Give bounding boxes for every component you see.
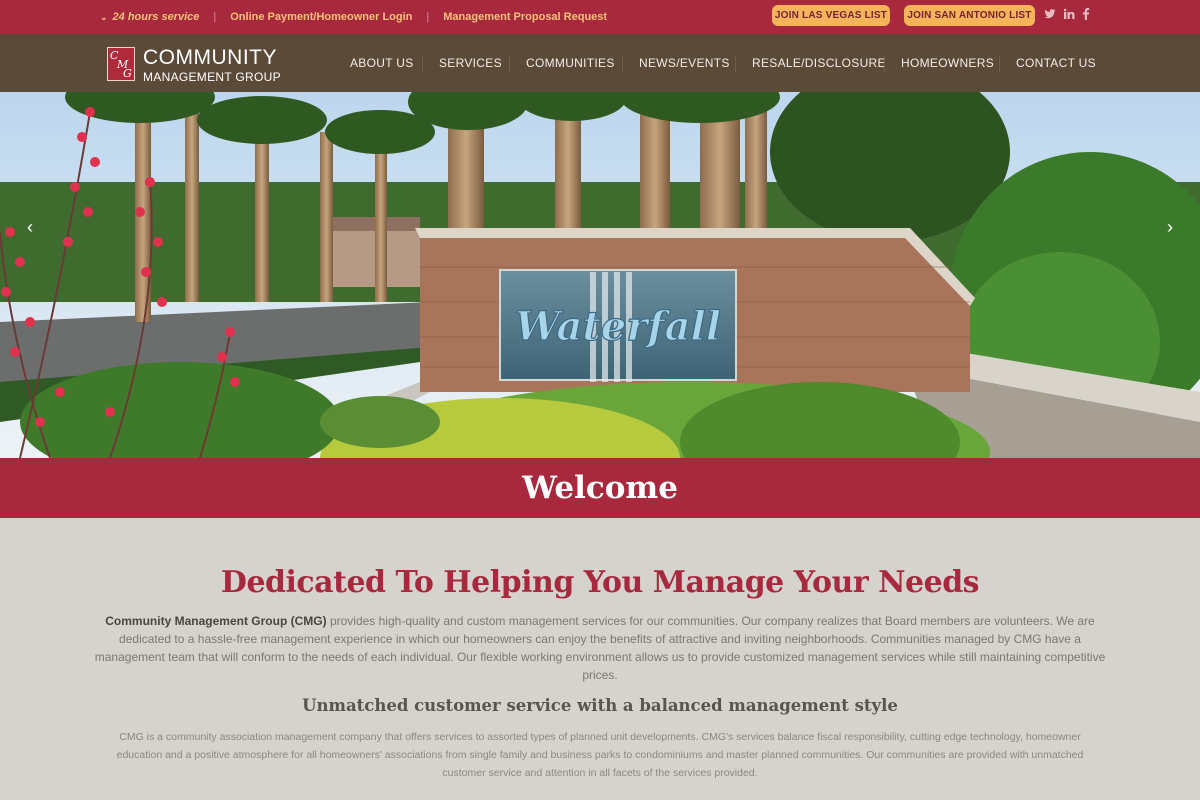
nav-homeowners[interactable]: HOMEOWNERS — [901, 34, 994, 92]
join-san-antonio-button[interactable]: JOIN SAN ANTONIO LIST — [904, 5, 1035, 26]
nav-divider — [422, 55, 423, 72]
nav-divider — [884, 55, 885, 72]
welcome-band: Welcome — [0, 458, 1200, 518]
divider: | — [426, 11, 430, 23]
section-subheading: Unmatched customer service with a balanc… — [302, 696, 898, 715]
nav-divider — [735, 55, 736, 72]
nav-news-events[interactable]: NEWS/EVENTS — [639, 34, 730, 92]
linkedin-icon[interactable] — [1063, 8, 1075, 20]
logo-text: COMMUNITY MANAGEMENT GROUP — [143, 47, 281, 85]
service-hours[interactable]: ⌄ 24 hours service — [100, 11, 199, 23]
management-proposal-link[interactable]: Management Proposal Request — [443, 11, 607, 23]
logo-line-2: MANAGEMENT GROUP — [143, 70, 281, 84]
facebook-icon[interactable] — [1082, 8, 1090, 20]
nav-divider — [622, 55, 623, 72]
nav-divider — [509, 55, 510, 72]
main-navbar: C M G COMMUNITY MANAGEMENT GROUP ABOUT U… — [0, 34, 1200, 92]
cmg-monogram-icon: C M G — [107, 47, 135, 81]
twitter-icon[interactable] — [1044, 8, 1056, 20]
description-paragraph: CMG is a community association managemen… — [116, 731, 1084, 779]
nav-services[interactable]: SERVICES — [439, 34, 502, 92]
slider-prev-arrow-icon[interactable]: ‹ — [20, 217, 40, 237]
top-links: ⌄ 24 hours service | Online Payment/Home… — [100, 0, 607, 34]
intro-paragraph: Community Management Group (CMG) provide… — [90, 612, 1110, 684]
page-headline: Dedicated To Helping You Manage Your Nee… — [220, 565, 980, 600]
chevron-down-icon: ⌄ — [100, 11, 108, 22]
service-hours-label: 24 hours service — [112, 11, 200, 23]
company-name: Community Management Group (CMG) — [105, 614, 327, 628]
hero-slider: Waterfall ‹ › — [0, 92, 1200, 458]
main-content: Dedicated To Helping You Manage Your Nee… — [0, 518, 1200, 800]
nav-about-us[interactable]: ABOUT US — [350, 34, 414, 92]
waterfall-sign-text: Waterfall — [515, 303, 721, 350]
nav-communities[interactable]: COMMUNITIES — [526, 34, 615, 92]
welcome-heading: Welcome — [522, 470, 678, 506]
join-las-vegas-button[interactable]: JOIN LAS VEGAS LIST — [772, 5, 890, 26]
slider-next-arrow-icon[interactable]: › — [1160, 217, 1180, 237]
nav-resale-disclosure[interactable]: RESALE/DISCLOSURE — [752, 34, 886, 92]
social-links — [1044, 8, 1090, 20]
logo[interactable]: C M G COMMUNITY MANAGEMENT GROUP — [107, 47, 281, 85]
divider: | — [213, 11, 217, 23]
online-payment-link[interactable]: Online Payment/Homeowner Login — [230, 11, 412, 23]
nav-contact-us[interactable]: CONTACT US — [1016, 34, 1096, 92]
nav-divider — [999, 55, 1000, 72]
logo-line-1: COMMUNITY — [143, 46, 277, 69]
top-utility-bar: ⌄ 24 hours service | Online Payment/Home… — [0, 0, 1200, 34]
hero-image: Waterfall — [0, 92, 1200, 458]
